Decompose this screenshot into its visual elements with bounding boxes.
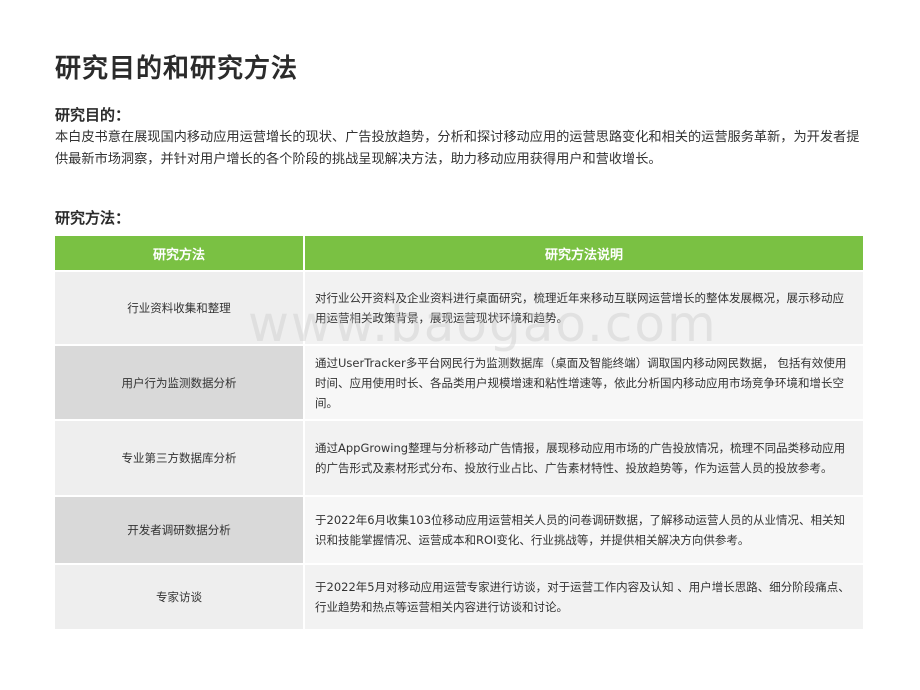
method-description: 对行业公开资料及企业资料进行桌面研究，梳理近年来移动互联网运营增长的整体发展概况… <box>305 270 863 344</box>
method-name: 专家访谈 <box>55 563 305 629</box>
method-description: 于2022年6月收集103位移动应用运营相关人员的问卷调研数据，了解移动运营人员… <box>305 495 863 563</box>
table-row: 开发者调研数据分析 于2022年6月收集103位移动应用运营相关人员的问卷调研数… <box>55 495 863 563</box>
method-description: 通过UserTracker多平台网民行为监测数据库（桌面及智能终端）调取国内移动… <box>305 344 863 419</box>
method-name: 行业资料收集和整理 <box>55 270 305 344</box>
purpose-paragraph: 本白皮书意在展现国内移动应用运营增长的现状、广告投放趋势，分析和探讨移动应用的运… <box>55 130 860 167</box>
method-name: 专业第三方数据库分析 <box>55 419 305 495</box>
purpose-heading: 研究目的： <box>55 106 131 124</box>
table-row: 专业第三方数据库分析 通过AppGrowing整理与分析移动广告情报，展现移动应… <box>55 419 863 495</box>
table-row: 行业资料收集和整理 对行业公开资料及企业资料进行桌面研究，梳理近年来移动互联网运… <box>55 270 863 344</box>
method-name: 用户行为监测数据分析 <box>55 344 305 419</box>
method-description: 于2022年5月对移动应用运营专家进行访谈，对于运营工作内容及认知 、用户增长思… <box>305 563 863 629</box>
table-row: 专家访谈 于2022年5月对移动应用运营专家进行访谈，对于运营工作内容及认知 、… <box>55 563 863 629</box>
method-name: 开发者调研数据分析 <box>55 495 305 563</box>
methods-table: 研究方法 研究方法说明 行业资料收集和整理 对行业公开资料及企业资料进行桌面研究… <box>55 236 863 629</box>
column-header-description: 研究方法说明 <box>305 236 863 270</box>
methods-heading: 研究方法： <box>55 209 131 227</box>
table-row: 用户行为监测数据分析 通过UserTracker多平台网民行为监测数据库（桌面及… <box>55 344 863 419</box>
table-header-row: 研究方法 研究方法说明 <box>55 236 863 270</box>
method-description: 通过AppGrowing整理与分析移动广告情报，展现移动应用市场的广告投放情况，… <box>305 419 863 495</box>
column-header-method: 研究方法 <box>55 236 305 270</box>
page-title: 研究目的和研究方法 <box>55 54 299 84</box>
